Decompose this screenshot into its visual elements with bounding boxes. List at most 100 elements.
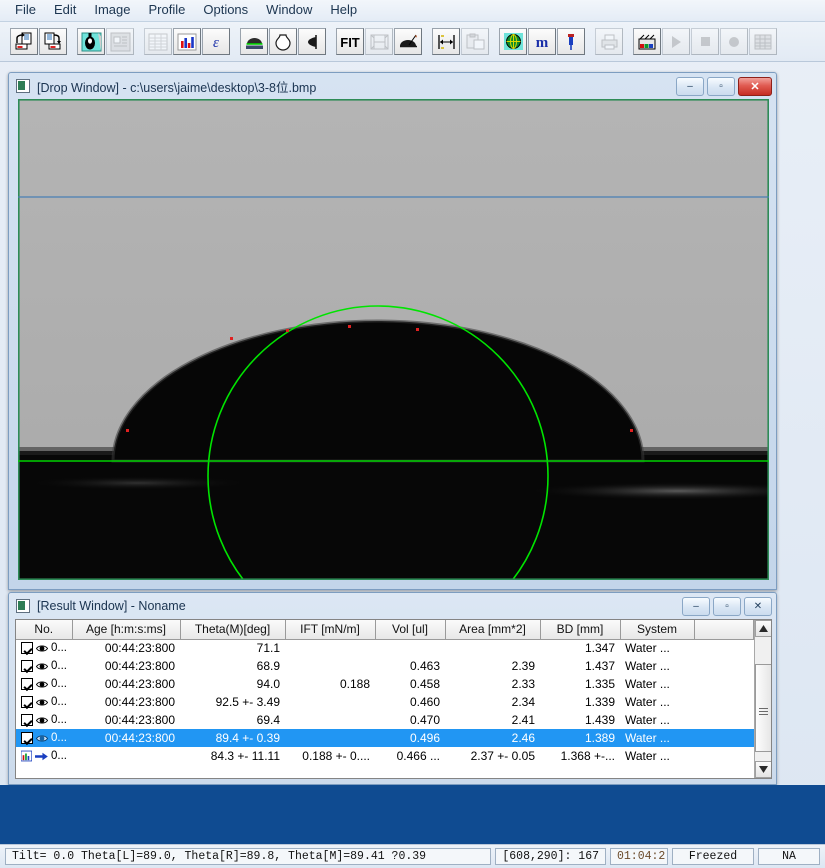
column-header-ift[interactable]: IFT [mN/m] xyxy=(285,620,376,640)
cell-no: 0... xyxy=(16,747,72,765)
status-freeze-state: Freezed xyxy=(672,848,754,865)
drop-window-maximize-button[interactable]: ▫ xyxy=(707,76,735,96)
result-window-maximize-button[interactable]: ▫ xyxy=(713,596,741,616)
column-header-theta[interactable]: Theta(M)[deg] xyxy=(180,620,286,640)
cell-theta: 84.3 +- 11.11 xyxy=(210,749,280,763)
grid-icon[interactable] xyxy=(749,28,777,55)
drop-window-close-button[interactable]: ✕ xyxy=(738,76,772,96)
column-header-system[interactable]: System xyxy=(620,620,695,640)
frame-measure-icon[interactable] xyxy=(365,28,393,55)
table-row[interactable]: 0... 00:44:23:800 71.1 1.347 Water ... xyxy=(16,639,754,657)
status-measurement-text: Tilt= 0.0 Theta[L]=89.0, Theta[R]=89.8, … xyxy=(5,848,492,865)
play-icon[interactable] xyxy=(662,28,690,55)
table-view-icon[interactable] xyxy=(144,28,172,55)
record-icon[interactable] xyxy=(720,28,748,55)
menu-item-file[interactable]: File xyxy=(6,0,45,21)
tilt-drop-icon[interactable] xyxy=(394,28,422,55)
svg-text:ε: ε xyxy=(213,35,219,51)
row-id-label: 0... xyxy=(51,660,67,672)
copy-clipboard-icon[interactable] xyxy=(461,28,489,55)
menu-item-help[interactable]: Help xyxy=(321,0,366,21)
column-header-area[interactable]: Area [mm*2] xyxy=(445,620,541,640)
save-file-icon[interactable] xyxy=(39,28,67,55)
column-header-vol[interactable]: Vol [ul] xyxy=(375,620,446,640)
row-visible-checkbox[interactable] xyxy=(21,696,33,708)
results-table-container: No. Age [h:m:s:ms] Theta(M)[deg] IFT [mN… xyxy=(15,619,772,779)
drop-profile-graphic xyxy=(18,99,769,580)
syringe-icon[interactable] xyxy=(557,28,585,55)
pendant-drop-icon[interactable] xyxy=(269,28,297,55)
print-icon[interactable] xyxy=(595,28,623,55)
row-visible-checkbox[interactable] xyxy=(21,642,33,655)
cell-system: Water ... xyxy=(625,659,670,673)
fit-icon[interactable]: FIT xyxy=(336,28,364,55)
drop-window-minimize-button[interactable]: – xyxy=(676,76,704,96)
magnification-m-icon[interactable]: m xyxy=(528,28,556,55)
row-visible-checkbox[interactable] xyxy=(21,714,33,726)
drop-image-canvas[interactable] xyxy=(18,99,769,580)
result-window-close-button[interactable]: ✕ xyxy=(744,596,772,616)
table-row[interactable]: 0... 00:44:23:800 68.9 0.463 2.39 1.437 Water … xyxy=(16,657,754,675)
globe-icon[interactable] xyxy=(499,28,527,55)
column-header-blank[interactable] xyxy=(694,620,754,640)
table-row[interactable]: 0... 00:44:23:800 89.4 +- 0.39 0.496 2.46 1.3… xyxy=(16,729,754,747)
table-row[interactable]: 0... 00:44:23:800 92.5 +- 3.49 0.460 2.34 1.3… xyxy=(16,693,754,711)
menu-item-image[interactable]: Image xyxy=(85,0,139,21)
row-id-label: 0... xyxy=(51,714,67,726)
open-file-icon[interactable] xyxy=(10,28,38,55)
row-id-label: 0... xyxy=(51,642,67,655)
cell-ift: 0.188 xyxy=(339,677,370,691)
table-summary-row[interactable]: 0... 84.3 +- 11.11 0.188 +- 0.... 0.466 ...… xyxy=(16,747,754,765)
cell-age: 00:44:23:800 xyxy=(104,659,175,673)
cell-vol: 0.460 xyxy=(409,695,440,709)
scroll-up-arrow-icon[interactable] xyxy=(755,620,771,637)
cell-bd: 1.437 xyxy=(584,659,615,673)
results-vertical-scrollbar[interactable] xyxy=(754,620,771,778)
cell-blank xyxy=(694,675,754,693)
image-database-icon[interactable] xyxy=(106,28,134,55)
menu-item-options[interactable]: Options xyxy=(194,0,257,21)
cell-system: Water ... xyxy=(625,749,670,763)
half-profile-icon[interactable] xyxy=(298,28,326,55)
cell-vol: 0.496 xyxy=(375,729,445,747)
menu-item-profile[interactable]: Profile xyxy=(140,0,195,21)
menu-item-window[interactable]: Window xyxy=(257,0,321,21)
drop-image-icon[interactable] xyxy=(77,28,105,55)
result-window-title-bar[interactable]: [Result Window] - Noname – ▫ ✕ xyxy=(9,593,776,619)
cell-no: 0... xyxy=(16,675,72,693)
row-id-label: 0... xyxy=(51,678,67,690)
result-window-minimize-button[interactable]: – xyxy=(682,596,710,616)
eye-icon xyxy=(36,662,49,670)
cell-vol: 0.458 xyxy=(409,677,440,691)
status-elapsed-time: 01:04:2 xyxy=(610,848,668,865)
column-header-bd[interactable]: BD [mm] xyxy=(540,620,621,640)
scroll-down-arrow-icon[interactable] xyxy=(755,761,771,778)
cell-no: 0... xyxy=(16,711,72,729)
bar-chart-icon[interactable] xyxy=(173,28,201,55)
sessile-drop-icon[interactable] xyxy=(240,28,268,55)
desktop-background xyxy=(0,785,825,844)
scrollbar-thumb[interactable] xyxy=(755,664,771,752)
cell-system: Water ... xyxy=(625,677,670,691)
cell-age: 00:44:23:800 xyxy=(104,677,175,691)
cell-blank xyxy=(694,747,754,765)
stop-icon[interactable] xyxy=(691,28,719,55)
row-visible-checkbox[interactable] xyxy=(21,732,33,744)
cell-area: 2.34 xyxy=(511,695,535,709)
row-visible-checkbox[interactable] xyxy=(21,660,33,672)
menu-item-edit[interactable]: Edit xyxy=(45,0,85,21)
table-row[interactable]: 0... 00:44:23:800 94.0 0.188 0.458 2.33 1.335 W… xyxy=(16,675,754,693)
cell-no: 0... xyxy=(16,693,72,711)
column-header-no[interactable]: No. xyxy=(16,620,73,640)
epsilon-icon[interactable]: ε xyxy=(202,28,230,55)
cell-blank xyxy=(694,693,754,711)
cell-theta: 92.5 +- 3.49 xyxy=(215,695,280,709)
eye-icon xyxy=(36,698,49,706)
movie-icon[interactable] xyxy=(633,28,661,55)
table-row[interactable]: 0... 00:44:23:800 69.4 0.470 2.41 1.439 Water … xyxy=(16,711,754,729)
calibrate-width-icon[interactable] xyxy=(432,28,460,55)
column-header-age[interactable]: Age [h:m:s:ms] xyxy=(72,620,181,640)
drop-window-title-bar[interactable]: [Drop Window] - c:\users\jaime\desktop\3… xyxy=(9,73,776,99)
cell-area: 2.33 xyxy=(511,677,535,691)
row-visible-checkbox[interactable] xyxy=(21,678,33,690)
